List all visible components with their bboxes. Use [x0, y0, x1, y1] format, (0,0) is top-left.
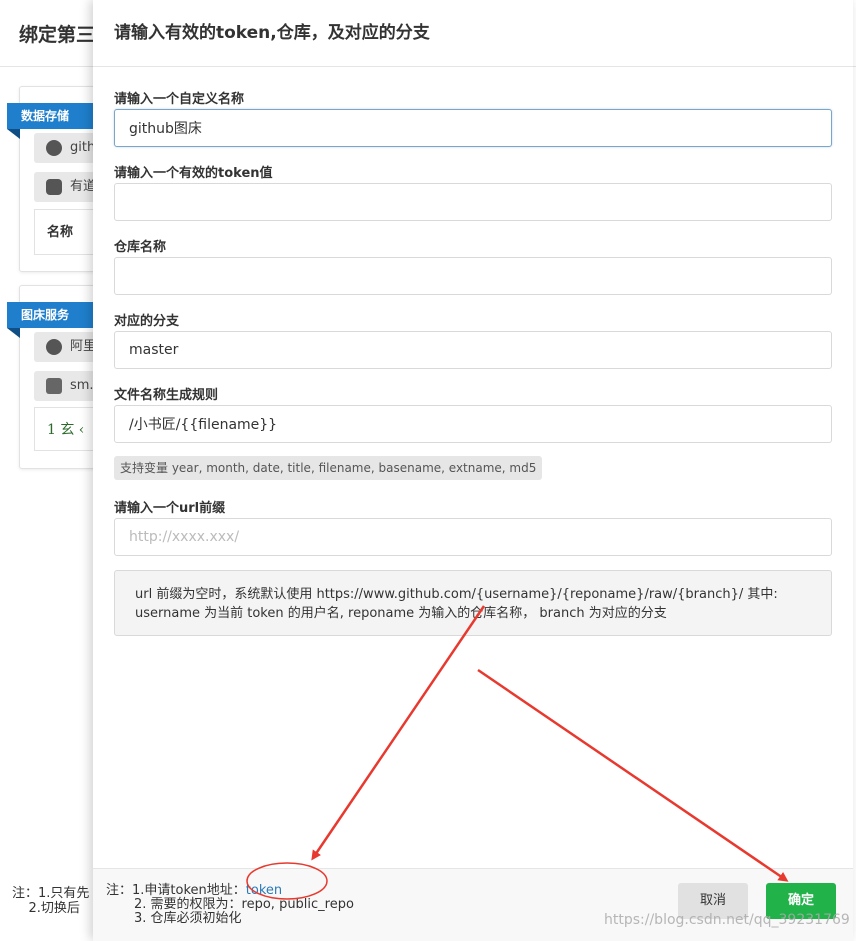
background-title: 绑定第三: [19, 24, 96, 46]
aliyun-icon: [46, 339, 62, 355]
token-link[interactable]: token: [246, 883, 282, 898]
custom-name-input[interactable]: [114, 109, 832, 147]
image-host-ribbon: 图床服务: [7, 302, 107, 338]
token-input[interactable]: [114, 183, 832, 221]
footer-note-line1: 注：1.申请token地址：: [106, 883, 246, 898]
footer-note: 注：1.申请token地址：token 2. 需要的权限为：repo, publ…: [106, 884, 354, 926]
custom-name-label: 请输入一个自定义名称: [114, 92, 245, 107]
footer-note-line3: 3. 仓库必须初始化: [134, 911, 242, 926]
branch-label: 对应的分支: [114, 314, 180, 329]
storage-ribbon: 数据存储: [7, 103, 107, 139]
dialog-footer: 注：1.申请token地址：token 2. 需要的权限为：repo, publ…: [93, 868, 853, 941]
url-prefix-description: url 前缀为空时，系统默认使用 https://www.github.com/…: [114, 570, 832, 636]
watermark: https://blog.csdn.net/qq_39231769: [604, 912, 850, 928]
repo-input[interactable]: [114, 257, 832, 295]
repo-label: 仓库名称: [114, 240, 167, 255]
filename-rule-label: 文件名称生成规则: [114, 388, 219, 403]
dialog-title: 请输入有效的token,仓库，及对应的分支: [114, 23, 430, 43]
token-config-dialog: 请输入有效的token,仓库，及对应的分支 请输入一个自定义名称 请输入一个有效…: [93, 0, 853, 941]
url-prefix-label: 请输入一个url前缀: [114, 501, 226, 516]
dialog-header: 请输入有效的token,仓库，及对应的分支: [93, 0, 853, 67]
branch-input[interactable]: [114, 331, 832, 369]
footer-note-line2: 2. 需要的权限为：repo, public_repo: [134, 897, 354, 912]
filename-rule-input[interactable]: [114, 405, 832, 443]
url-prefix-input[interactable]: [114, 518, 832, 556]
token-label: 请输入一个有效的token值: [114, 166, 273, 181]
hand-icon: [46, 378, 62, 394]
background-note: 注：1.只有先 2.切换后: [12, 886, 90, 916]
variables-hint: 支持变量 year, month, date, title, filename,…: [114, 456, 543, 480]
youdao-icon: [46, 179, 62, 195]
github-icon: [46, 140, 62, 156]
